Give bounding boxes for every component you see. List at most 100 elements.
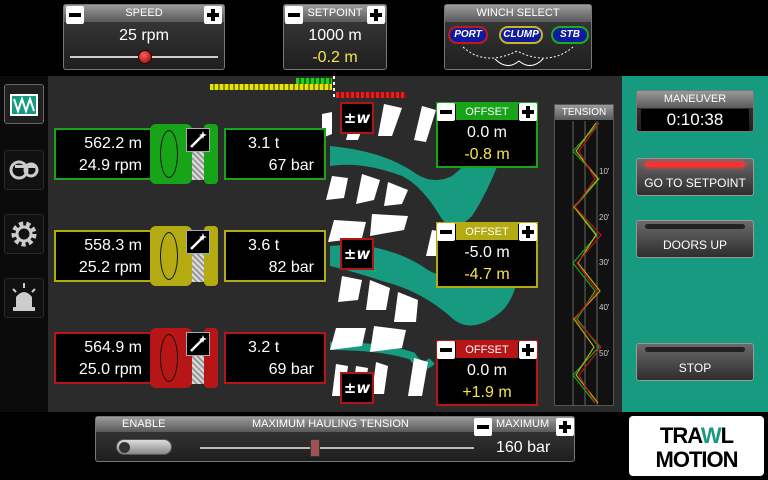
winch-0-tension: 3.1 t [248, 135, 280, 152]
winch-2-offset-delta: +1.9 m [462, 384, 512, 401]
winch-2-tension: 3.2 t [248, 339, 280, 356]
winch-1-offset-box: OFFSET -5.0 m -4.7 m [436, 222, 538, 288]
winch-1-tension: 3.6 t [248, 237, 280, 254]
winch-1-tension-box: 3.6 t 82 bar [224, 230, 326, 282]
speed-minus-button[interactable] [66, 6, 84, 24]
speed-plus-button[interactable] [204, 6, 222, 24]
speed-slider-knob[interactable] [138, 50, 152, 64]
winch-2-length-box: 564.9 m 25.0 rpm [54, 332, 154, 384]
max-hauling-label: MAXIMUM HAULING TENSION [252, 418, 409, 430]
winch-0-offset-box: OFFSET 0.0 m -0.8 m [436, 102, 538, 168]
enable-toggle[interactable] [116, 439, 172, 455]
trawl-view-icon [10, 94, 38, 116]
tension-title: TENSION [555, 105, 613, 120]
maximum-minus-button[interactable] [474, 418, 492, 436]
winch-1-rpm: 25.2 rpm [78, 259, 142, 276]
setpoint-plus-button[interactable] [367, 6, 385, 24]
settings-button[interactable] [4, 214, 44, 254]
port-stb-indicator [210, 84, 332, 90]
tension-tick-40: 40' [599, 303, 610, 312]
go-to-setpoint-lamp [645, 162, 745, 167]
stop-label: STOP [678, 361, 712, 375]
magic-wand-icon [190, 131, 207, 148]
logo-part-l: L [720, 423, 734, 448]
winch-0-offset-title: OFFSET [456, 104, 518, 120]
enable-toggle-knob[interactable] [119, 442, 130, 453]
hauling-slider-knob[interactable] [310, 439, 321, 457]
doors-up-label: DOORS UP [662, 238, 727, 252]
clump-indicator [296, 78, 332, 84]
winch-2-w-button[interactable]: ±w [340, 372, 374, 404]
go-to-setpoint-label: GO TO SETPOINT [644, 176, 746, 190]
winch-2-offset-plus-button[interactable] [519, 341, 537, 359]
speed-panel: SPEED 25 rpm [63, 4, 225, 70]
doors-up-lamp [645, 224, 745, 229]
winch-0-offset-minus-button[interactable] [437, 103, 455, 121]
winch-icon [9, 160, 39, 180]
maximum-plus-button[interactable] [556, 418, 574, 436]
tension-chart-panel: TENSION 10' 20' 30' 40' 50' [554, 104, 614, 406]
magic-wand-icon [190, 233, 207, 250]
winch-1-offset-value: -5.0 m [464, 244, 510, 261]
winch-0-pressure: 67 bar [268, 157, 314, 174]
winch-2-offset-box: OFFSET 0.0 m +1.9 m [436, 340, 538, 406]
trawlmotion-logo: TRAWL MOTION [629, 416, 764, 476]
winch-2-wand-button[interactable] [186, 332, 210, 356]
winch-1-offset-minus-button[interactable] [437, 223, 455, 241]
winch-1-offset-delta: -4.7 m [464, 266, 510, 283]
alarm-light-icon [12, 283, 36, 311]
enable-label: ENABLE [122, 418, 166, 430]
hauling-slider-track[interactable] [200, 447, 474, 449]
stop-lamp [645, 347, 745, 352]
port-select-button[interactable]: PORT [448, 26, 488, 44]
setpoint-delta: -0.2 m [312, 49, 358, 66]
setpoint-panel: SETPOINT 1000 m -0.2 m [283, 4, 387, 70]
winch-2-offset-title: OFFSET [456, 342, 518, 358]
winch-0-wand-button[interactable] [186, 128, 210, 152]
winch-0-rpm: 24.9 rpm [78, 157, 142, 174]
logo-line-2: MOTION [655, 447, 739, 472]
winch-1-w-button[interactable]: ±w [340, 238, 374, 270]
winch-1-length-box: 558.3 m 25.2 rpm [54, 230, 154, 282]
trawl-doors-diagram [462, 46, 574, 66]
winch-2-pressure: 69 bar [268, 361, 314, 378]
maximum-value: 160 bar [496, 439, 551, 456]
tension-tick-30: 30' [599, 258, 610, 267]
maximum-label: MAXIMUM [496, 418, 550, 430]
stop-button[interactable]: STOP [636, 343, 754, 381]
winch-view-button[interactable] [4, 150, 44, 190]
maneuver-title: MANEUVER [637, 91, 753, 108]
winch-1-wand-button[interactable] [186, 230, 210, 254]
trawl-view-button[interactable] [4, 84, 44, 124]
winch-0-w-button[interactable]: ±w [340, 102, 374, 134]
speed-value: 25 rpm [119, 27, 169, 44]
alarm-button[interactable] [4, 278, 44, 318]
winch-select-title: WINCH SELECT [445, 5, 591, 22]
stb-select-button[interactable]: STB [551, 26, 589, 44]
tension-tick-50: 50' [599, 349, 610, 358]
speed-title: SPEED [64, 5, 224, 22]
clump-select-button[interactable]: CLUMP [499, 26, 543, 44]
gear-icon [11, 221, 37, 247]
winch-2-offset-minus-button[interactable] [437, 341, 455, 359]
winch-0-offset-plus-button[interactable] [519, 103, 537, 121]
winch-1-offset-plus-button[interactable] [519, 223, 537, 241]
winch-2-length: 564.9 m [84, 339, 142, 356]
winch-0-length: 562.2 m [84, 135, 142, 152]
setpoint-minus-button[interactable] [285, 6, 303, 24]
doors-up-button[interactable]: DOORS UP [636, 220, 754, 258]
logo-part-w: W [700, 423, 722, 448]
logo-part-a: TRA [659, 423, 702, 448]
winch-0-offset-delta: -0.8 m [464, 146, 510, 163]
winch-2-offset-value: 0.0 m [466, 362, 507, 379]
winch-0-length-box: 562.2 m 24.9 rpm [54, 128, 154, 180]
magic-wand-icon [190, 335, 207, 352]
go-to-setpoint-button[interactable]: GO TO SETPOINT [636, 158, 754, 196]
winch-1-pressure: 82 bar [268, 259, 314, 276]
winch-2-rpm: 25.0 rpm [78, 361, 142, 378]
maneuver-panel: MANEUVER 0:10:38 [636, 90, 754, 132]
winch-0-offset-value: 0.0 m [466, 124, 507, 141]
winch-0-tension-box: 3.1 t 67 bar [224, 128, 326, 180]
hauling-panel: ENABLE MAXIMUM HAULING TENSION MAXIMUM 1… [95, 416, 575, 462]
winch-1-length: 558.3 m [84, 237, 142, 254]
